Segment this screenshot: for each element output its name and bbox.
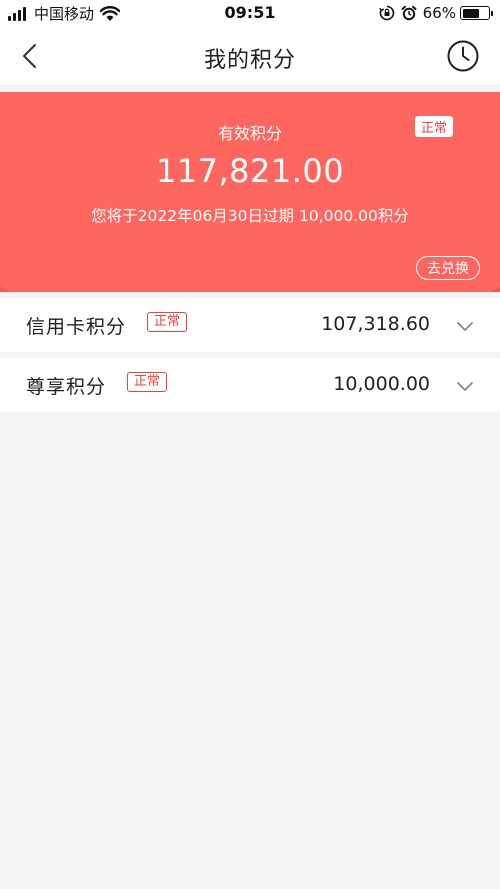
points-type-name: 尊享积分 [26,376,107,398]
status-badge: 正常 [127,372,168,392]
clock-icon [447,40,479,72]
orientation-lock-icon [378,5,395,21]
points-value: 107,318.60 [321,313,430,335]
battery-fill [462,8,479,18]
status-right: 66% [373,4,493,22]
battery-icon [460,6,493,20]
points-value: 10,000.00 [333,373,430,395]
list-item-premium-points[interactable]: 尊享积分 正常 10,000.00 [0,358,500,412]
exchange-button[interactable]: 去兑换 [416,256,480,280]
battery-percent: 66% [422,4,456,22]
points-type-name: 信用卡积分 [26,316,127,338]
status-badge: 正常 [414,116,453,137]
expiry-notice: 您将于2022年06月30日过期 10,000.00积分 [91,207,409,225]
page-title: 我的积分 [203,48,296,73]
points-banner: 有效积分 正常 117,821.00 您将于2022年06月30日过期 10,0… [0,92,500,292]
chevron-down-icon[interactable] [456,317,474,335]
status-badge: 正常 [147,312,188,332]
status-bar: 中国移动 09:51 66% [0,0,500,28]
list-item-credit-card-points[interactable]: 信用卡积分 正常 107,318.60 [0,298,500,352]
history-button[interactable] [446,39,480,73]
valid-points-amount: 117,821.00 [155,152,345,190]
chevron-down-icon[interactable] [456,377,474,395]
alarm-clock-icon [401,5,417,21]
nav-bar: 我的积分 [0,28,500,84]
